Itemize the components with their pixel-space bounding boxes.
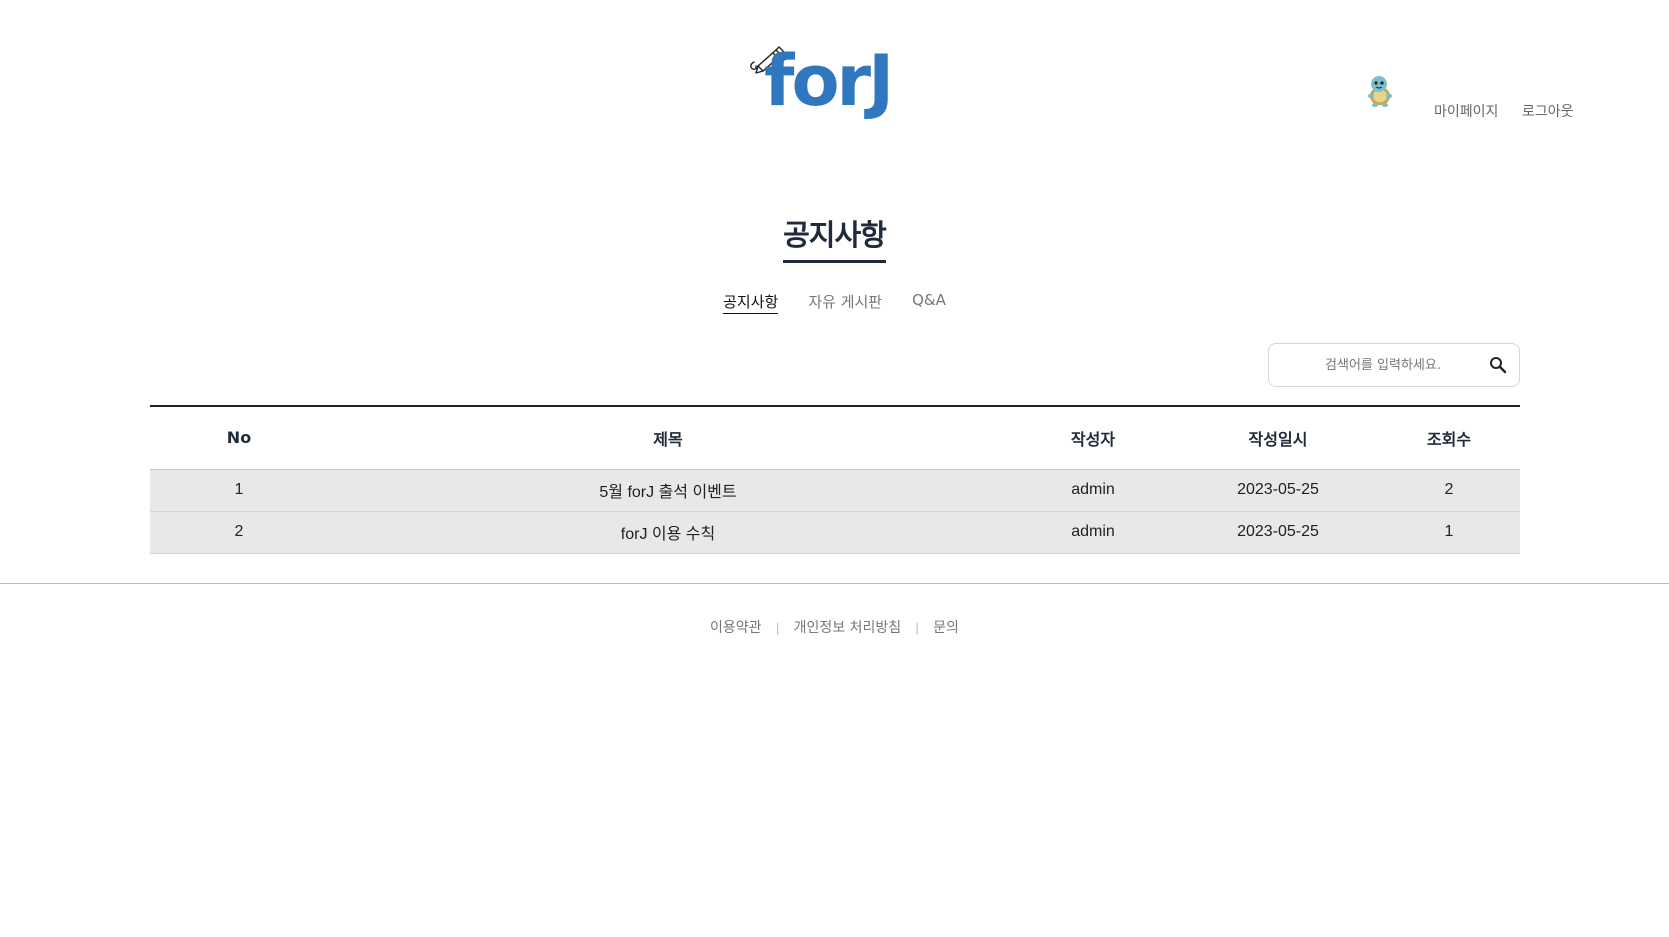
tab-qna[interactable]: Q&A (912, 291, 946, 314)
forj-logo[interactable]: forJ (748, 42, 908, 122)
search-box (1268, 343, 1520, 387)
row-no: 1 (150, 469, 328, 512)
search-button[interactable] (1483, 350, 1513, 380)
row-no: 2 (150, 511, 328, 554)
column-header-title: 제목 (328, 406, 1008, 470)
column-header-no: No (150, 406, 328, 470)
page-title: 공지사항 (783, 212, 887, 263)
row-title-link[interactable]: 5월 forJ 출석 이벤트 (599, 484, 736, 501)
tab-notice[interactable]: 공지사항 (723, 291, 779, 314)
row-views: 1 (1378, 511, 1520, 554)
board-tabs: 공지사항 자유 게시판 Q&A (0, 291, 1669, 314)
row-date: 2023-05-25 (1178, 511, 1378, 554)
footer-divider (0, 583, 1669, 584)
page: forJ 마이페이지 로그아웃 공지사항 공지사항 자유 게시판 Q&A 검색어… (0, 0, 1669, 937)
table-row[interactable]: 1 5월 forJ 출석 이벤트 admin 2023-05-25 2 (150, 469, 1520, 512)
table-header-row: No 제목 작성자 작성일시 조회수 (150, 406, 1520, 470)
column-header-author: 작성자 (1008, 406, 1178, 470)
mypage-link[interactable]: 마이페이지 (1434, 101, 1498, 121)
table-row[interactable]: 2 forJ 이용 수칙 admin 2023-05-25 1 (150, 511, 1520, 554)
row-views: 2 (1378, 469, 1520, 512)
footer-links: 이용약관 | 개인정보 처리방침 | 문의 (0, 617, 1669, 637)
column-header-views: 조회수 (1378, 406, 1520, 470)
tab-free-board[interactable]: 자유 게시판 (808, 291, 882, 314)
row-title-link[interactable]: forJ 이용 수칙 (621, 526, 715, 543)
footer-link-privacy[interactable]: 개인정보 처리방침 (794, 620, 902, 636)
footer-separator: | (915, 621, 920, 635)
page-title-wrap: 공지사항 (0, 212, 1669, 263)
logo-text: forJ (764, 40, 894, 122)
column-header-date: 작성일시 (1178, 406, 1378, 470)
footer-link-contact[interactable]: 문의 (933, 620, 959, 636)
search-icon (1490, 357, 1507, 374)
notice-table: No 제목 작성자 작성일시 조회수 1 5월 forJ 출석 이벤트 admi… (150, 405, 1520, 554)
logout-link[interactable]: 로그아웃 (1522, 101, 1574, 121)
footer-link-terms[interactable]: 이용약관 (710, 620, 762, 636)
row-author: admin (1008, 511, 1178, 554)
row-date: 2023-05-25 (1178, 469, 1378, 512)
search-input[interactable] (1283, 345, 1483, 385)
row-author: admin (1008, 469, 1178, 512)
footer-separator: | (775, 621, 780, 635)
user-avatar-icon[interactable] (1364, 74, 1396, 108)
